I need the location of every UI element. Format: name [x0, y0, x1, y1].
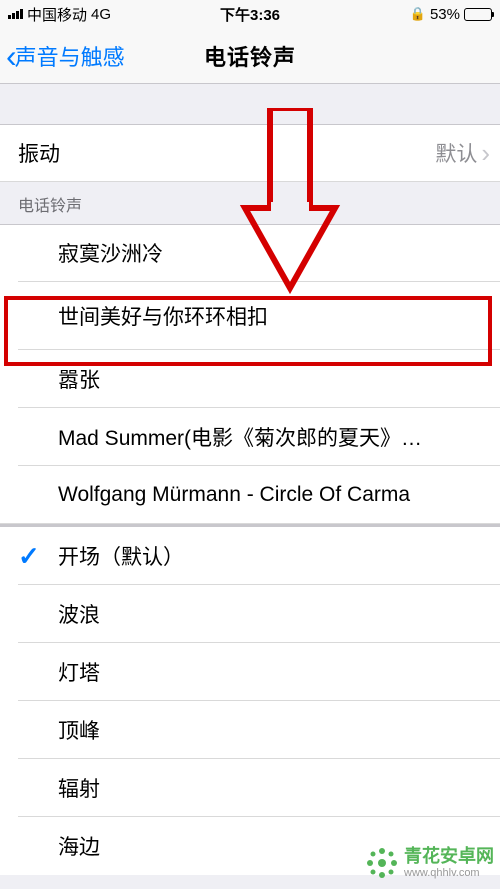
ringtone-item[interactable]: 顶峰 — [0, 701, 500, 759]
ringtone-item-selected[interactable]: ✓ 开场（默认） — [0, 527, 500, 585]
signal-icon — [8, 9, 23, 19]
watermark-brand: 青花安卓网 — [404, 847, 494, 867]
network-label: 4G — [91, 6, 111, 23]
ringtone-section-header: 电话铃声 — [0, 182, 500, 224]
status-left: 中国移动 4G — [8, 4, 111, 25]
back-button[interactable]: ‹ 声音与触感 — [6, 40, 125, 72]
vibration-row[interactable]: 振动 默认 › — [0, 124, 500, 182]
ringtone-label: Wolfgang Mürmann - Circle Of Carma — [58, 483, 500, 507]
nav-bar: ‹ 声音与触感 电话铃声 — [0, 28, 500, 84]
ringtone-label: Mad Summer(电影《菊次郎的夏天》… — [58, 422, 500, 452]
battery-icon — [464, 8, 492, 21]
ringtone-item[interactable]: Mad Summer(电影《菊次郎的夏天》… — [0, 408, 500, 466]
checkmark-icon: ✓ — [18, 541, 40, 572]
vibration-label: 振动 — [18, 138, 435, 168]
ringtone-item[interactable]: 嚣张 — [0, 350, 500, 408]
watermark-logo-icon — [364, 845, 400, 881]
page-title: 电话铃声 — [204, 40, 296, 72]
ringtone-label: 嚣张 — [58, 364, 500, 394]
battery-percent: 53% — [430, 6, 460, 23]
status-right: 🔒 53% — [410, 6, 492, 23]
orientation-lock-icon: 🔒 — [410, 6, 426, 22]
ringtone-item[interactable]: 波浪 — [0, 585, 500, 643]
watermark: 青花安卓网 www.qhhlv.com — [364, 845, 494, 881]
ringtone-item[interactable]: Wolfgang Mürmann - Circle Of Carma — [0, 466, 500, 524]
ringtone-item[interactable]: 世间美好与你环环相扣 — [0, 282, 500, 350]
ringtone-label: 世间美好与你环环相扣 — [58, 301, 500, 331]
ringtone-item[interactable]: 灯塔 — [0, 643, 500, 701]
chevron-right-icon: › — [481, 138, 500, 169]
ringtone-label: 波浪 — [58, 599, 500, 629]
ringtone-item[interactable]: 辐射 — [0, 759, 500, 817]
status-time: 下午3:36 — [220, 4, 280, 25]
ringtone-item[interactable]: 寂寞沙洲冷 — [0, 224, 500, 282]
watermark-url: www.qhhlv.com — [404, 867, 494, 879]
status-bar: 中国移动 4G 下午3:36 🔒 53% — [0, 0, 500, 28]
ringtone-label: 开场（默认） — [58, 541, 500, 571]
back-label: 声音与触感 — [15, 40, 125, 72]
carrier-label: 中国移动 — [27, 4, 87, 25]
vibration-value: 默认 — [435, 138, 481, 168]
ringtone-label: 顶峰 — [58, 715, 500, 745]
ringtone-label: 寂寞沙洲冷 — [58, 238, 500, 268]
ringtone-label: 灯塔 — [58, 657, 500, 687]
ringtone-label: 辐射 — [58, 773, 500, 803]
